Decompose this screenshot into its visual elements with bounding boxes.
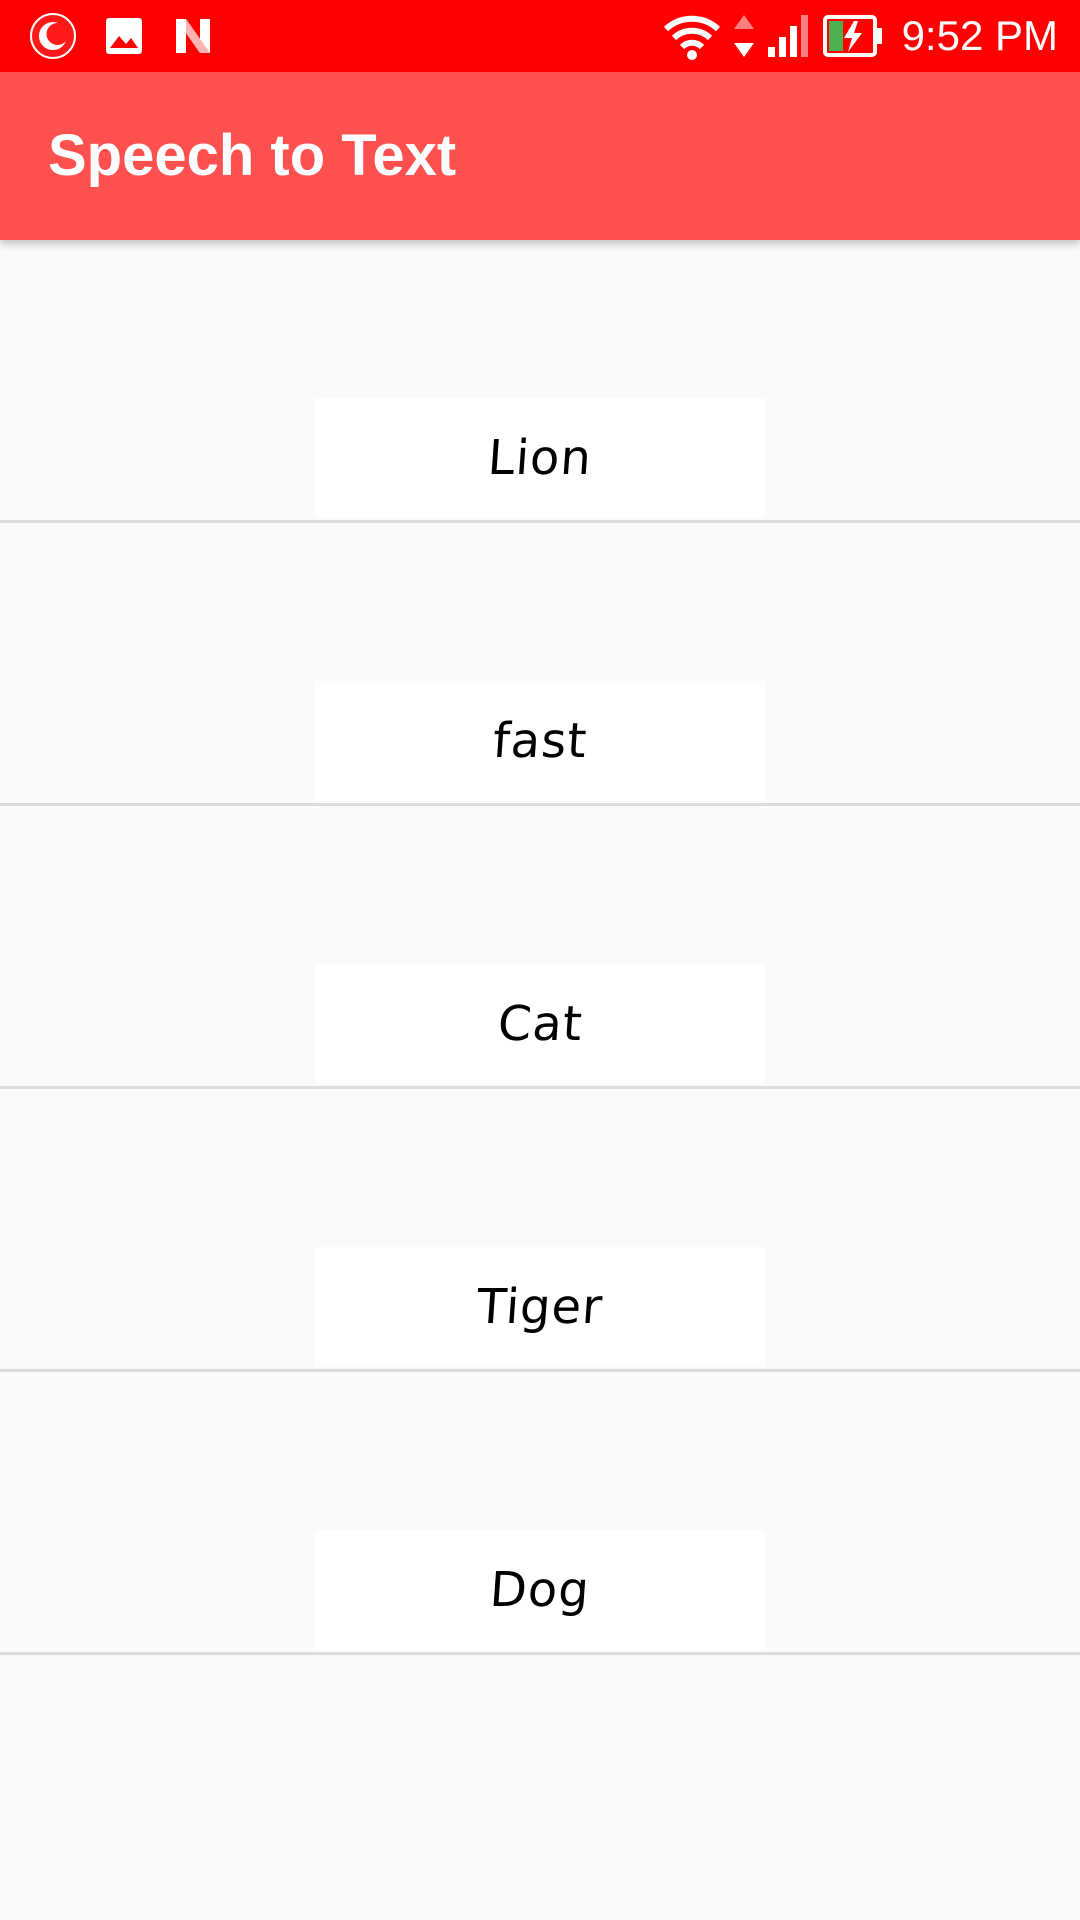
- word-card[interactable]: Tiger: [315, 1247, 765, 1367]
- word-text: Cat: [495, 996, 585, 1052]
- image-icon: [102, 14, 146, 58]
- moon-notification-icon: [28, 11, 78, 61]
- list-item[interactable]: Cat: [0, 806, 1080, 1089]
- cell-signal-icon: [766, 11, 812, 61]
- word-card[interactable]: Cat: [315, 964, 765, 1084]
- word-text: fast: [490, 713, 590, 769]
- list-item[interactable]: fast: [0, 523, 1080, 806]
- data-arrows-icon: [732, 11, 756, 61]
- wifi-icon: [662, 11, 722, 61]
- word-card[interactable]: Lion: [315, 398, 765, 518]
- app-bar: Speech to Text: [0, 72, 1080, 240]
- word-text: Lion: [486, 430, 594, 486]
- status-bar: 9:52 PM: [0, 0, 1080, 72]
- list-item[interactable]: Lion: [0, 240, 1080, 523]
- app-title: Speech to Text: [48, 123, 457, 188]
- status-left-icons: [28, 10, 216, 62]
- word-list: Lion fast Cat Tiger Dog: [0, 240, 1080, 1655]
- word-card[interactable]: Dog: [315, 1530, 765, 1650]
- n-logo-icon: [170, 13, 216, 59]
- status-time: 9:52 PM: [901, 12, 1058, 59]
- word-card[interactable]: fast: [315, 681, 765, 801]
- list-item[interactable]: Tiger: [0, 1089, 1080, 1372]
- word-text: Dog: [488, 1562, 592, 1618]
- list-item[interactable]: Dog: [0, 1372, 1080, 1655]
- battery-charging-icon: [822, 13, 884, 59]
- word-text: Tiger: [475, 1279, 605, 1335]
- status-right-icons: 9:52 PM: [662, 10, 1058, 62]
